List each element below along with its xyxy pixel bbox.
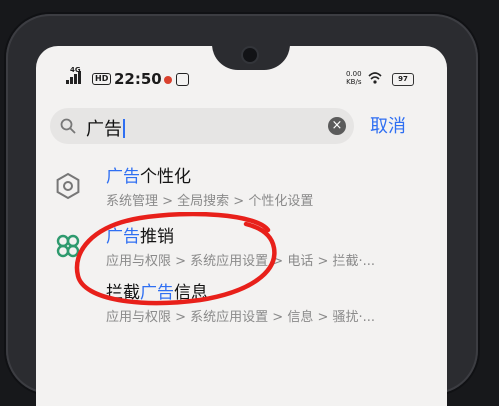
- network-speed: 0.00 KB/s: [346, 70, 362, 86]
- result-path: 应用与权限 > 系统应用设置 > 电话 > 拦截·...: [106, 254, 376, 269]
- network-type: 4G: [70, 66, 81, 74]
- search-result-item[interactable]: 广告推销 应用与权限 > 系统应用设置 > 电话 > 拦截·...: [36, 222, 447, 278]
- search-result-item[interactable]: 拦截广告信息 应用与权限 > 系统应用设置 > 信息 > 骚扰·...: [36, 278, 447, 334]
- clear-icon[interactable]: ×: [328, 117, 346, 135]
- camera-notch: [212, 46, 290, 70]
- battery-icon: 97: [392, 73, 414, 86]
- hexagon-settings-icon: [56, 172, 80, 200]
- signal-icon: 4G: [66, 66, 81, 84]
- cancel-button[interactable]: 取消: [370, 112, 406, 138]
- search-bar[interactable]: 广告 ×: [50, 108, 354, 144]
- app-notification-icon: [176, 73, 189, 86]
- result-title: 广告个性化: [106, 167, 191, 187]
- clock: 22:50: [114, 70, 162, 88]
- result-title: 广告推销: [106, 227, 174, 247]
- search-result-item[interactable]: 广告个性化 系统管理 > 全局搜索 > 个性化设置: [36, 162, 447, 218]
- phone-frame: 4G HD 22:50 0.00 KB/s 97 广告 × 取消 广告个性化 系…: [6, 14, 478, 406]
- hd-badge: HD: [92, 73, 112, 85]
- front-camera-icon: [243, 48, 257, 62]
- result-path: 应用与权限 > 系统应用设置 > 信息 > 骚扰·...: [106, 310, 376, 325]
- wifi-icon: [368, 72, 382, 84]
- status-bar: 4G HD 22:50 0.00 KB/s 97: [36, 66, 447, 90]
- result-path: 系统管理 > 全局搜索 > 个性化设置: [106, 194, 314, 209]
- phone-screen: 4G HD 22:50 0.00 KB/s 97 广告 × 取消 广告个性化 系…: [36, 46, 447, 406]
- search-icon: [60, 118, 76, 134]
- notification-dot-icon: [164, 76, 172, 84]
- search-input[interactable]: 广告: [86, 115, 125, 141]
- result-title: 拦截广告信息: [106, 283, 208, 303]
- text-cursor: [123, 119, 125, 138]
- clover-app-icon: [56, 234, 80, 258]
